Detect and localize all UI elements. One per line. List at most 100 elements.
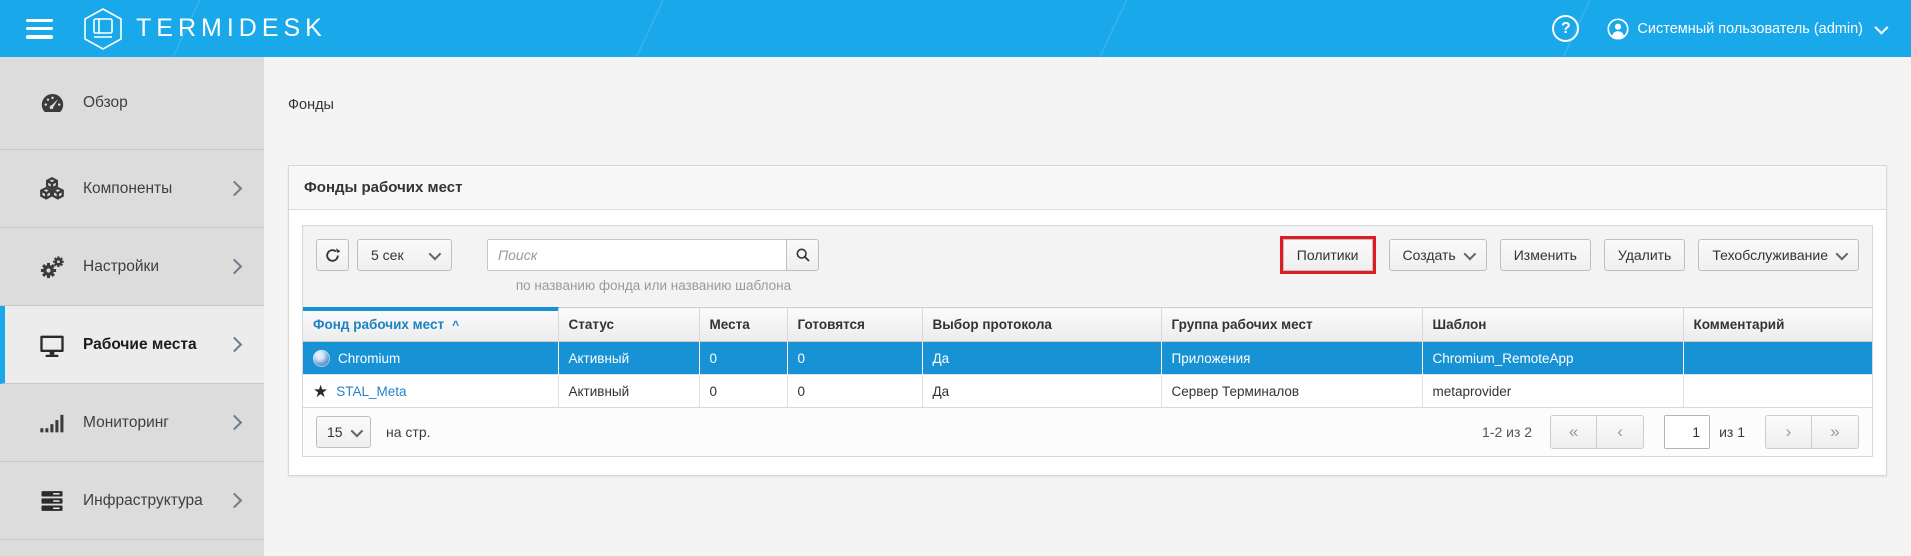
chevron-down-icon (351, 424, 364, 437)
funds-grid-container: 5 сек (302, 225, 1873, 457)
infrastructure-server-icon (36, 487, 68, 515)
total-pages-label: из 1 (1719, 424, 1745, 440)
grid-footer: 15 на стр. 1-2 из 2 « ‹ из 1 (303, 407, 1872, 456)
cell-template: metaprovider (1422, 375, 1683, 408)
sidebar-item-label: Обзор (83, 94, 128, 112)
top-header-bar: TERMIDESK ? Системный пользователь (admi… (0, 0, 1911, 57)
panel-title: Фонды рабочих мест (289, 166, 1886, 210)
chevron-down-icon (1463, 247, 1476, 260)
sidebar-item-label: Инфраструктура (83, 492, 203, 510)
chevron-down-icon (1874, 20, 1888, 34)
edit-button[interactable]: Изменить (1500, 239, 1591, 271)
user-menu[interactable]: Системный пользователь (admin) (1607, 18, 1885, 40)
workplaces-monitor-icon (36, 331, 68, 359)
per-page-label: на стр. (386, 424, 431, 440)
page-size-select[interactable]: 15 (316, 416, 371, 448)
funds-table: Фонд рабочих мест ^ Статус Места Готовятс… (303, 307, 1872, 407)
dashboard-icon (36, 90, 68, 117)
search-button[interactable] (786, 239, 819, 271)
funds-panel: Фонды рабочих мест 5 сек (288, 165, 1887, 476)
current-page-input[interactable] (1664, 415, 1710, 449)
chevron-right-icon (227, 493, 243, 509)
cell-preparing: 0 (787, 375, 922, 408)
cell-comment (1683, 342, 1872, 375)
policies-highlight-box: Политики (1280, 236, 1376, 274)
last-page-button[interactable]: » (1812, 415, 1859, 449)
column-header-comment[interactable]: Комментарий (1683, 308, 1872, 342)
brand-name: TERMIDESK (136, 14, 327, 43)
main-content: Фонды Фонды рабочих мест (264, 57, 1911, 556)
breadcrumb: Фонды (288, 57, 1887, 113)
column-header-fund[interactable]: Фонд рабочих мест ^ (303, 308, 558, 342)
star-icon: ★ (313, 383, 328, 400)
table-row-stal-meta[interactable]: ★ STAL_Meta Активный 0 0 Да Сервер Терми… (303, 375, 1872, 408)
refresh-button[interactable] (316, 239, 349, 271)
prev-page-button[interactable]: ‹ (1597, 415, 1644, 449)
components-cubes-icon (36, 175, 68, 203)
sidebar-item-infrastructure[interactable]: Инфраструктура (0, 462, 264, 540)
chevron-right-icon (227, 415, 243, 431)
brand-logo: TERMIDESK (83, 7, 327, 51)
chevron-right-icon (227, 259, 243, 275)
sidebar-item-workplaces[interactable]: Рабочие места (0, 306, 264, 384)
search-input[interactable] (487, 239, 787, 271)
topbar-right-group: ? Системный пользователь (admin) (1552, 15, 1885, 42)
chevron-right-icon (227, 337, 243, 353)
create-button-label: Создать (1403, 247, 1456, 263)
cell-protocol: Да (922, 342, 1161, 375)
next-page-button[interactable]: › (1765, 415, 1812, 449)
fund-link[interactable]: Chromium (338, 351, 400, 366)
policies-button[interactable]: Политики (1283, 239, 1373, 271)
cell-template: Chromium_RemoteApp (1422, 342, 1683, 375)
sidebar-item-components[interactable]: Компоненты (0, 150, 264, 228)
menu-hamburger-icon[interactable] (26, 19, 53, 39)
maintenance-button-label: Техобслуживание (1712, 247, 1828, 263)
grid-toolbar: 5 сек (303, 226, 1872, 307)
chevron-down-icon (429, 247, 442, 260)
cell-group: Сервер Терминалов (1161, 375, 1422, 408)
cell-status: Активный (558, 342, 699, 375)
column-header-status[interactable]: Статус (558, 308, 699, 342)
column-header-template[interactable]: Шаблон (1422, 308, 1683, 342)
sort-asc-icon: ^ (452, 318, 459, 332)
help-icon[interactable]: ? (1552, 15, 1579, 42)
user-avatar-icon (1607, 18, 1629, 40)
sidebar-item-label: Мониторинг (83, 414, 169, 432)
search-hint: по названию фонда или названию шаблона (487, 278, 820, 293)
termidesk-hexagon-logo-icon (83, 7, 123, 51)
settings-gears-icon (36, 253, 68, 281)
cell-seats: 0 (699, 375, 787, 408)
column-label: Фонд рабочих мест (313, 317, 444, 332)
chevron-right-icon (227, 181, 243, 197)
first-page-button[interactable]: « (1550, 415, 1597, 449)
user-name-label: Системный пользователь (admin) (1637, 21, 1863, 37)
cell-protocol: Да (922, 375, 1161, 408)
refresh-icon (324, 247, 341, 264)
column-header-seats[interactable]: Места (699, 308, 787, 342)
sidebar-item-settings[interactable]: Настройки (0, 228, 264, 306)
sidebar-nav: Обзор Компоненты (0, 57, 264, 556)
table-row-chromium[interactable]: Chromium Активный 0 0 Да Приложения Chro… (303, 342, 1872, 375)
sidebar-item-overview[interactable]: Обзор (0, 57, 264, 150)
sidebar-item-monitoring[interactable]: Мониторинг (0, 384, 264, 462)
sidebar-item-label: Настройки (83, 258, 159, 276)
create-button[interactable]: Создать (1389, 239, 1487, 271)
refresh-interval-select[interactable]: 5 сек (357, 239, 452, 271)
delete-button[interactable]: Удалить (1604, 239, 1685, 271)
rows-range-label: 1-2 из 2 (1482, 424, 1532, 440)
sidebar-item-label: Компоненты (83, 180, 172, 198)
column-header-protocol[interactable]: Выбор протокола (922, 308, 1161, 342)
column-header-group[interactable]: Группа рабочих мест (1161, 308, 1422, 342)
table-header-row: Фонд рабочих мест ^ Статус Места Готовятс… (303, 308, 1872, 342)
chevron-down-icon (1836, 247, 1849, 260)
cell-seats: 0 (699, 342, 787, 375)
cell-comment (1683, 375, 1872, 408)
maintenance-button[interactable]: Техобслуживание (1698, 239, 1859, 271)
column-header-preparing[interactable]: Готовятся (787, 308, 922, 342)
fund-link[interactable]: STAL_Meta (336, 384, 406, 399)
refresh-interval-value: 5 сек (371, 247, 404, 263)
sidebar-item-label: Рабочие места (83, 336, 197, 354)
monitoring-bars-icon (36, 409, 68, 437)
page-size-value: 15 (327, 424, 343, 440)
search-icon (795, 247, 811, 263)
